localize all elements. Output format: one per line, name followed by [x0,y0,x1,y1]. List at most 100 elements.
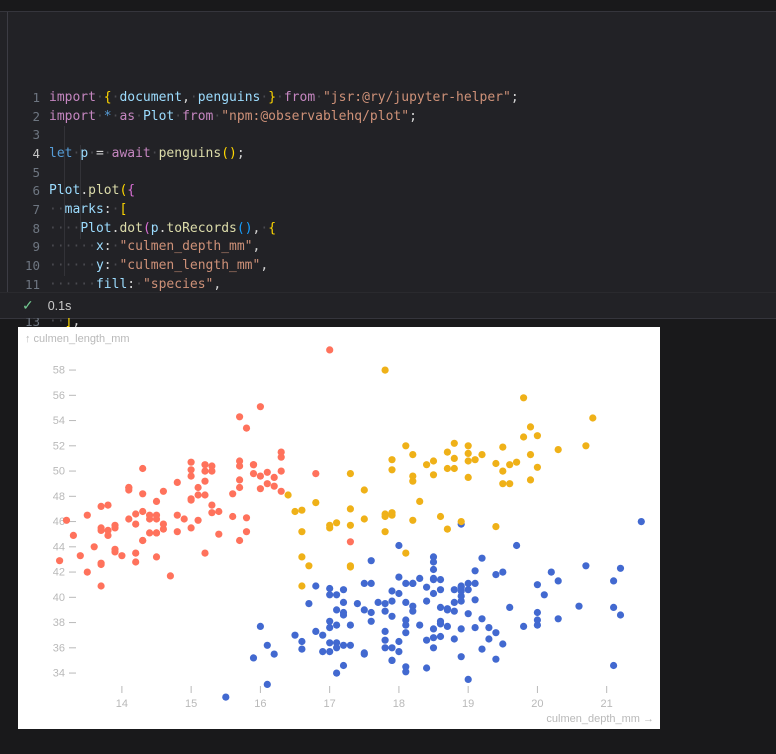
scatter-dot [298,646,305,653]
scatter-dot [409,473,416,480]
line-number: 4 [0,145,40,164]
scatter-dot [312,582,319,589]
x-tick-label: 15 [185,698,197,710]
x-tick-label: 20 [531,698,543,710]
scatter-dot [243,514,250,521]
x-tick-label: 17 [324,698,336,710]
scatter-dot [340,662,347,669]
scatter-dot [610,577,617,584]
execution-time-label: 0.1s [48,299,72,313]
scatter-dot [229,490,236,497]
scatter-dot [326,624,333,631]
scatter-dot [84,569,91,576]
scatter-dot [153,553,160,560]
scatter-dot [361,606,368,613]
scatter-dot [146,515,153,522]
scatter-dot [319,648,326,655]
scatter-dot [333,606,340,613]
scatter-dot [402,580,409,587]
scatter-dot [548,569,555,576]
scatter-dot [409,608,416,615]
scatter-dot [132,550,139,557]
scatter-dot [555,446,562,453]
scatter-dot [333,644,340,651]
scatter-dot [506,461,513,468]
scatter-dot [243,528,250,535]
scatter-dot [326,618,333,625]
scatter-dot [499,640,506,647]
scatter-dot [91,543,98,550]
scatter-dot [513,542,520,549]
scatter-dot [98,560,105,567]
scatter-dot [465,450,472,457]
scatter-dot [617,611,624,618]
scatter-dot [125,515,132,522]
code-line: 8····Plot.dot(p.toRecords(),·{ [0,220,776,239]
scatter-dot [264,642,271,649]
scatter-dot [402,599,409,606]
line-number: 5 [0,164,40,183]
scatter-dot [451,599,458,606]
scatter-dot [444,623,451,630]
scatter-dot [340,642,347,649]
scatter-dot [430,590,437,597]
scatter-dot [236,484,243,491]
scatter-dot [575,603,582,610]
scatter-dot [167,572,174,579]
scatter-dot [388,509,395,516]
code-line: 5 [0,164,776,183]
scatter-dot [534,464,541,471]
scatter-dot [111,522,118,529]
scatter-dot [271,483,278,490]
scatter-dot [291,632,298,639]
scatter-dot [402,550,409,557]
line-number: 10 [0,257,40,276]
scatter-dot [347,470,354,477]
scatter-dot [465,457,472,464]
scatter-dot [409,580,416,587]
scatter-dot [541,591,548,598]
scatter-dot [347,522,354,529]
scatter-dot [478,451,485,458]
scatter-dot [520,394,527,401]
scatter-dot [257,485,264,492]
scatter-dot [492,523,499,530]
scatter-dot [520,433,527,440]
scatter-dot [458,584,465,591]
scatter-dot [382,608,389,615]
scatter-dot [312,499,319,506]
scatter-dot [347,562,354,569]
scatter-dot [416,622,423,629]
scatter-dot [271,474,278,481]
scatter-dot [465,676,472,683]
indent-guide [80,145,81,239]
scatter-dot [465,580,472,587]
scatter-dot [215,531,222,538]
scatter-dot [368,618,375,625]
scatter-dot [395,648,402,655]
y-tick-label: 48 [53,491,65,503]
scatter-dot [589,414,596,421]
scatter-dot [174,512,181,519]
scatter-dot [326,522,333,529]
scatter-dot [98,527,105,534]
indent-guide [64,126,65,276]
scatter-dot [104,532,111,539]
scatter-dot [195,491,202,498]
scatter-dot [534,432,541,439]
scatter-dot [478,555,485,562]
line-number: 1 [0,89,40,108]
scatter-dot [437,576,444,583]
line-number: 6 [0,182,40,201]
scatter-dot [111,546,118,553]
scatter-dot [215,508,222,515]
scatter-dot [139,508,146,515]
scatter-dot [208,502,215,509]
scatter-dot [402,442,409,449]
x-tick-label: 21 [601,698,613,710]
line-number: 3 [0,126,40,145]
scatter-dot [298,507,305,514]
success-check-icon: ✓ [22,297,34,314]
x-tick-label: 18 [393,698,405,710]
scatter-dot [472,456,479,463]
